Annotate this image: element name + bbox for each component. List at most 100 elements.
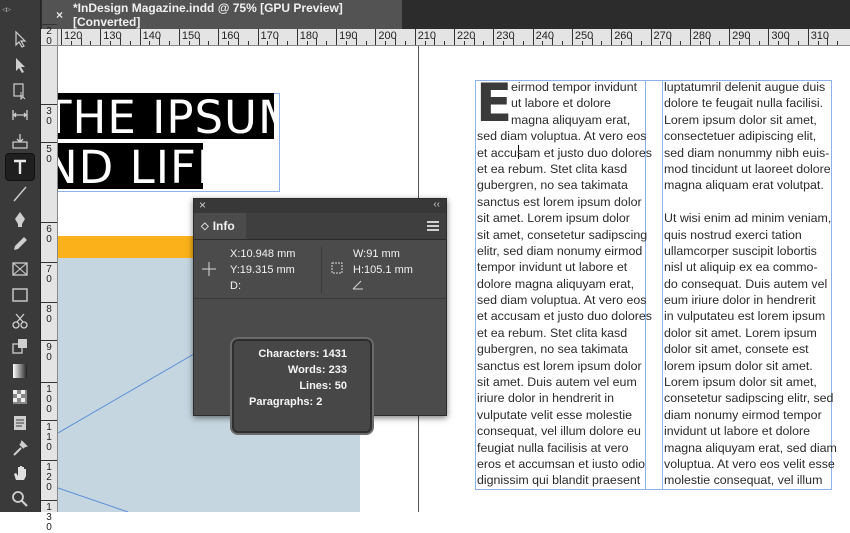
info-panel: × ‹‹ ◇ Info X:10.948 mm Y:19.315 mm D: W… (193, 198, 447, 433)
selection-tool[interactable] (7, 28, 33, 50)
close-tab-icon[interactable]: × (56, 8, 63, 22)
ruler-minor-tick (483, 41, 485, 45)
ruler-tick (296, 29, 298, 45)
ruler-minor-tick (306, 41, 308, 45)
rectangle-frame-tool[interactable] (7, 258, 33, 280)
ruler-label: 100 (46, 384, 52, 415)
note-tool[interactable] (7, 412, 33, 434)
ruler-tick (454, 29, 455, 45)
text-line: sed diam nonummy nibh euis- (664, 145, 830, 160)
page-icon (13, 83, 26, 100)
info-divider (321, 247, 322, 293)
line-tool[interactable] (7, 183, 33, 205)
tab-info-label: Info (212, 219, 235, 233)
gradient-swatch-tool[interactable] (7, 360, 33, 382)
ruler-minor-tick (709, 38, 711, 45)
rectangle-tool[interactable] (7, 284, 33, 306)
ruler-tick (257, 29, 259, 45)
ruler-tick (41, 340, 57, 341)
ruler-minor-tick (679, 41, 681, 45)
text-line: eros et accumsan et iusto odio (477, 456, 646, 471)
ruler-minor-tick (797, 41, 799, 45)
angle-icon (352, 280, 363, 290)
ruler-label: 110 (46, 422, 52, 453)
content-collector-tool[interactable] (7, 130, 33, 152)
ruler-minor-tick (316, 38, 318, 45)
ruler-label: 260 (614, 30, 633, 42)
collapse-panel-icon[interactable]: ‹‹ (433, 199, 440, 210)
transform-icon (12, 339, 27, 354)
text-line: et ea rebum. Stet clita kasd (477, 325, 628, 340)
ruler-minor-tick (601, 41, 603, 45)
line-icon (13, 186, 27, 202)
text-line: invidunt ut labore et dolore (664, 424, 811, 439)
info-d-value: D: (230, 280, 241, 292)
ruler-minor-tick (503, 41, 505, 45)
ruler-minor-tick (119, 38, 121, 45)
ruler-minor-tick (463, 41, 465, 45)
crosshair-icon (202, 262, 216, 276)
direct-selection-tool[interactable] (7, 54, 33, 76)
ruler-label: 230 (496, 30, 515, 42)
text-line: nisl ut aliquip ex ea commo- (664, 260, 818, 275)
panel-menu-icon[interactable] (427, 221, 439, 231)
text-line: dolore te feugait nulla facilisi. (664, 96, 824, 111)
ruler-minor-tick (444, 41, 446, 45)
ruler-minor-tick (70, 41, 72, 45)
free-transform-tool[interactable] (7, 335, 33, 357)
ruler-minor-tick (621, 41, 622, 45)
ruler-tick (493, 29, 495, 45)
gap-tool[interactable] (7, 104, 33, 126)
ruler-minor-tick (758, 41, 760, 45)
ruler-tick (41, 382, 57, 383)
info-panel-tabrow: ◇ Info (194, 213, 446, 240)
ruler-minor-tick (542, 41, 544, 45)
stat-words: Words: 233 (287, 364, 347, 376)
text-line: eum iriure dolor in hendrerit (664, 293, 816, 308)
text-line: do consequat. Duis autem vel (664, 276, 828, 291)
text-line: sanctus est lorem ipsum dolor (477, 194, 642, 209)
ruler-tick (689, 29, 691, 45)
ruler-minor-tick (247, 41, 249, 45)
pen-tool[interactable] (7, 208, 33, 230)
ruler-tick (41, 420, 57, 421)
text-line: tempor invidunt ut labore et (477, 260, 628, 275)
document-canvas[interactable]: THE IPSUM ND LIFE E eirmod tempor invidu… (58, 46, 850, 512)
vertical-ruler[interactable]: 20 30 50 60 70 80 90 100 110 120 130 (41, 24, 58, 533)
zoom-tool[interactable] (7, 488, 33, 510)
pencil-tool[interactable] (7, 233, 33, 255)
ruler-minor-tick (738, 41, 740, 45)
type-tool[interactable] (5, 153, 35, 181)
close-panel-icon[interactable]: × (199, 198, 206, 212)
eyedropper-tool[interactable] (7, 437, 33, 459)
ruler-tick (41, 24, 57, 25)
ruler-minor-tick (365, 41, 367, 45)
text-line: eirmod tempor invidunt (511, 80, 638, 94)
tab-info[interactable]: ◇ Info (194, 213, 246, 239)
ruler-minor-tick (817, 41, 819, 45)
toolbar-collapse-icon[interactable]: ◃▹ (2, 4, 11, 15)
gradient-feather-tool[interactable] (7, 386, 33, 408)
ruler-minor-tick (355, 38, 357, 45)
text-line: iriure dolor in hendrerit in (477, 391, 615, 406)
info-panel-titlebar[interactable]: × ‹‹ (194, 198, 446, 213)
page-tool[interactable] (7, 80, 33, 102)
text-stats-box: Characters: 1431 Words: 233 Lines: 50 Pa… (232, 339, 372, 433)
ruler-label: 240 (535, 30, 554, 42)
scissors-tool[interactable] (7, 310, 33, 332)
text-line: elitr, sed diam nonumy eirmod (477, 243, 643, 258)
ruler-minor-tick (237, 38, 239, 45)
hand-tool[interactable] (7, 462, 33, 484)
ruler-tick (729, 29, 731, 45)
ruler-minor-tick (562, 41, 563, 45)
text-line: sed diam voluptua. At vero eos (477, 129, 647, 144)
horizontal-ruler[interactable]: 120 130 140 150 160 170 180 190 200 210 220 230 240 2… (58, 29, 850, 46)
info-h-value: H:105.1 mm (353, 264, 413, 276)
ruler-label: 250 (574, 30, 594, 42)
info-section-divider (194, 298, 446, 299)
text-column-1[interactable]: eirmod tempor invidunt ut labore et dolor… (477, 79, 652, 489)
text-column-2[interactable]: luptatumril delenit augue duis dolore te … (664, 79, 837, 489)
pencil-icon (14, 237, 27, 250)
stat-paragraphs: Paragraphs: 2 (249, 396, 323, 408)
document-tab[interactable]: × *InDesign Magazine.indd @ 75% [GPU Pre… (42, 0, 402, 29)
